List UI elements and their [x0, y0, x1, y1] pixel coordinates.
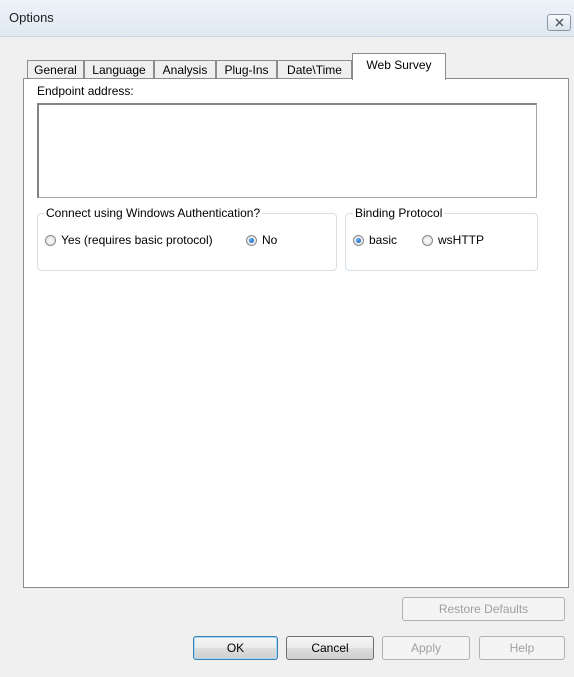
tab-plug-ins[interactable]: Plug-Ins: [216, 60, 277, 79]
binding-wshttp-radio[interactable]: wsHTTP: [422, 233, 484, 247]
close-button[interactable]: [547, 14, 571, 31]
radio-unchecked-icon: [422, 234, 433, 246]
tab-analysis[interactable]: Analysis: [154, 60, 216, 79]
apply-button[interactable]: Apply: [382, 636, 470, 660]
radio-checked-icon: [353, 234, 364, 246]
window-title: Options: [9, 10, 54, 25]
tab-date-time[interactable]: Date\Time: [277, 60, 352, 79]
endpoint-address-input[interactable]: [37, 103, 537, 198]
binding-protocol-legend: Binding Protocol: [353, 206, 445, 220]
endpoint-address-label: Endpoint address:: [37, 84, 134, 98]
auth-no-radio[interactable]: No: [246, 233, 277, 247]
tab-general[interactable]: General: [27, 60, 84, 79]
help-button[interactable]: Help: [479, 636, 565, 660]
auth-yes-radio[interactable]: Yes (requires basic protocol): [45, 233, 213, 247]
tab-web-survey[interactable]: Web Survey: [352, 53, 446, 80]
ok-button[interactable]: OK: [193, 636, 278, 660]
binding-wshttp-label: wsHTTP: [438, 233, 484, 247]
cancel-button[interactable]: Cancel: [286, 636, 374, 660]
binding-basic-label: basic: [369, 233, 398, 247]
close-icon: [555, 18, 563, 27]
auth-no-label: No: [262, 233, 278, 247]
restore-defaults-button[interactable]: Restore Defaults: [402, 597, 565, 621]
tab-language[interactable]: Language: [84, 60, 154, 79]
radio-checked-icon: [246, 234, 257, 246]
radio-unchecked-icon: [45, 234, 56, 246]
windows-auth-legend: Connect using Windows Authentication?: [44, 206, 263, 220]
auth-yes-label: Yes (requires basic protocol): [61, 233, 213, 247]
title-bar[interactable]: [0, 0, 574, 37]
binding-basic-radio[interactable]: basic: [353, 233, 397, 247]
